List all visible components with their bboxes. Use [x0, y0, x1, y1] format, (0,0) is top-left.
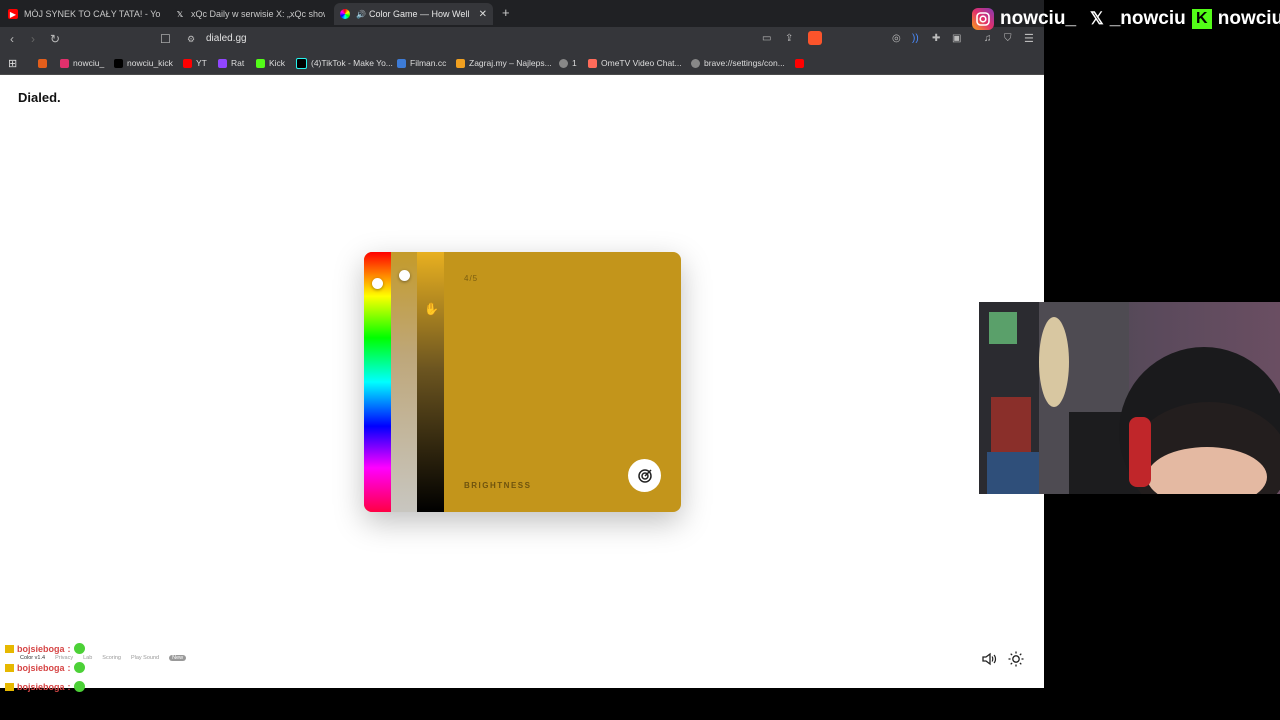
x-icon — [114, 58, 123, 68]
bookmark-kick-x[interactable]: nowciu_kick — [114, 56, 173, 70]
apps-grid-icon[interactable]: ⊞ — [8, 56, 17, 70]
share-icon[interactable]: ⇪ — [785, 32, 793, 46]
filman-icon — [397, 58, 406, 68]
volume-icon[interactable] — [981, 651, 997, 672]
bookmark-yt[interactable]: YT — [183, 56, 207, 70]
crown-icon — [5, 644, 14, 653]
bookmark-youtube[interactable] — [795, 56, 808, 70]
bookmark-one[interactable]: 1 — [559, 56, 577, 70]
instagram-icon — [972, 8, 994, 30]
lab-link[interactable]: Lab — [83, 655, 92, 661]
bookmark-ometv[interactable]: OmeTV Video Chat... — [588, 56, 682, 70]
youtube-icon: ▶ — [8, 9, 18, 19]
zagraj-icon — [456, 58, 465, 68]
ometv-icon — [588, 58, 597, 68]
saturation-slider-handle[interactable] — [398, 269, 410, 281]
brightness-slider[interactable] — [417, 252, 444, 512]
kick-icon: K — [1191, 9, 1212, 29]
site-logo[interactable]: Dialed. — [18, 90, 61, 105]
bookmark-1[interactable] — [38, 56, 51, 70]
chat-message: bojsieboga: — [5, 662, 85, 673]
bookmark-instagram[interactable]: nowciu_ — [60, 56, 104, 70]
bookmark-tiktok[interactable]: (4)TikTok - Make Yo... — [296, 56, 393, 70]
speaker-icon[interactable]: 🔊 — [356, 10, 366, 19]
color-game-card: 4/5 BRIGHTNESS — [364, 252, 681, 512]
chat-message: bojsieboga: — [5, 681, 85, 692]
cast-icon[interactable]: ▭ — [762, 32, 771, 46]
globe-icon — [559, 58, 568, 68]
shield-icon[interactable]: ⛉ — [1004, 32, 1012, 46]
reload-icon[interactable]: ↻ — [50, 32, 60, 46]
chat-message: bojsieboga: — [5, 643, 85, 654]
hand-cursor-icon: ✋ — [424, 302, 439, 316]
tab-xqc[interactable]: 𝕏 xQc Daily w serwisie X: „xQc shows of — [175, 3, 325, 25]
bookmark-filman[interactable]: Filman.cc — [397, 56, 446, 70]
brave-shields-icon[interactable] — [808, 31, 822, 45]
twitch-icon — [218, 58, 227, 68]
submit-guess-button[interactable] — [628, 459, 661, 492]
crown-icon — [5, 682, 14, 691]
kick-icon — [256, 58, 265, 68]
emote-icon — [73, 643, 85, 654]
tab-color-game[interactable]: 🔊 Color Game — How Well Can ✕ — [334, 3, 493, 25]
extensions-icon[interactable]: ✚ — [932, 32, 940, 46]
bookmarks-bar: ⊞ nowciu_ nowciu_kick YT Rat Kick (4)Tik… — [0, 52, 1044, 75]
toolbar: ‹ › ↻ ☐ ⚙ dialed.gg ▭ ⇪ ◎ )) ✚ ▣ ♫ ⛉ ☰ — [0, 27, 1044, 52]
hue-slider-handle[interactable] — [372, 277, 383, 289]
bookmark-icon[interactable]: ☐ — [160, 32, 171, 46]
back-icon[interactable]: ‹ — [10, 32, 14, 46]
version-label: Color v1.4 — [20, 655, 46, 661]
privacy-link[interactable]: Privacy — [55, 655, 73, 661]
x-handle: _nowciu — [1109, 8, 1186, 29]
kick-handle: nowciu — [1217, 8, 1280, 29]
menu-icon[interactable]: ☰ — [1024, 32, 1034, 46]
crown-icon — [5, 663, 14, 672]
round-counter: 4/5 — [464, 274, 479, 283]
media-icon[interactable]: ♫ — [984, 32, 992, 46]
bookmark-rat[interactable]: Rat — [218, 56, 244, 70]
tiktok-icon — [296, 57, 307, 69]
youtube-icon — [183, 58, 192, 68]
bookmark-kick[interactable]: Kick — [256, 56, 285, 70]
forward-icon[interactable]: › — [31, 32, 35, 46]
close-tab-icon[interactable]: ✕ — [479, 9, 487, 20]
scoring-link[interactable]: Scoring — [102, 655, 121, 661]
new-tab-button[interactable]: + — [502, 5, 510, 20]
instagram-handle: nowciu_ — [1000, 8, 1077, 29]
globe-icon — [691, 58, 700, 68]
social-overlay: nowciu_ 𝕏 _nowciu K nowciu — [972, 6, 1280, 32]
instagram-icon — [60, 58, 69, 68]
slider-mode-label: BRIGHTNESS — [464, 481, 532, 490]
play-sound-link[interactable]: Play Sound — [131, 655, 159, 661]
tab-title: MÓJ SYNEK TO CAŁY TATA! - YouTube — [24, 9, 160, 19]
new-badge: New — [169, 655, 187, 661]
url-field[interactable]: dialed.gg — [206, 33, 247, 44]
emote-icon — [73, 662, 85, 673]
tab-title: xQc Daily w serwisie X: „xQc shows of — [191, 9, 325, 19]
hue-slider[interactable] — [364, 252, 391, 512]
wallet-icon[interactable]: )) — [912, 32, 919, 46]
tab-bar: ▶ MÓJ SYNEK TO CAŁY TATA! - YouTube 𝕏 xQ… — [0, 0, 1044, 27]
colorwheel-icon — [340, 9, 350, 19]
webcam-feed — [979, 302, 1280, 494]
tab-youtube[interactable]: ▶ MÓJ SYNEK TO CAŁY TATA! - YouTube — [8, 3, 160, 25]
site-settings-icon[interactable]: ⚙ — [187, 32, 195, 46]
saturation-slider[interactable] — [391, 252, 417, 512]
emote-icon — [73, 681, 85, 692]
target-icon — [637, 468, 652, 483]
bookmark-brave-settings[interactable]: brave://settings/con... — [691, 56, 785, 70]
sidebar-icon[interactable]: ▣ — [952, 32, 961, 46]
tab-title: Color Game — How Well Can — [368, 9, 469, 19]
youtube-icon — [795, 58, 804, 68]
footer: Color v1.4 Privacy Lab Scoring Play Soun… — [20, 655, 187, 661]
vpn-icon[interactable]: ◎ — [892, 32, 901, 46]
x-icon: 𝕏 — [1090, 9, 1104, 28]
theme-toggle-icon[interactable] — [1008, 651, 1024, 672]
x-icon: 𝕏 — [175, 9, 185, 19]
bookmark-zagraj[interactable]: Zagraj.my – Najleps... — [456, 56, 552, 70]
